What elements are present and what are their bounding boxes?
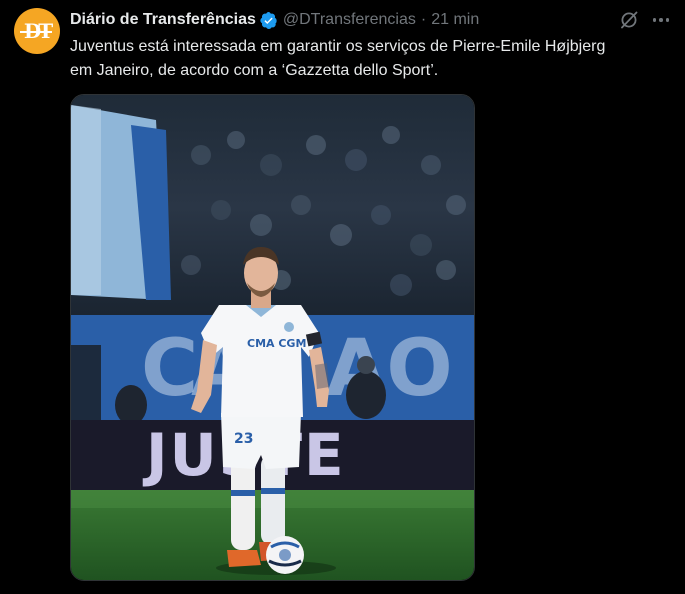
more-dot: [659, 18, 663, 22]
display-name[interactable]: Diário de Transferências: [70, 11, 256, 29]
tweet-text: Juventus está interessada em garantir os…: [70, 35, 675, 83]
more-icon[interactable]: [650, 10, 672, 30]
user-handle[interactable]: @DTransferencias: [283, 11, 416, 29]
shirt-sponsor: CMA CGM: [247, 337, 306, 350]
verified-badge-icon[interactable]: [259, 11, 278, 30]
separator-dot: ·: [420, 11, 427, 28]
avatar[interactable]: DT: [14, 8, 60, 54]
grok-icon[interactable]: [619, 10, 639, 30]
football-player-photo: C A AO JUSTE 23: [71, 95, 474, 580]
svg-text:C: C: [141, 324, 198, 414]
shorts-number: 23: [234, 431, 253, 447]
tweet-header: Diário de Transferências @DTransferencia…: [70, 9, 479, 31]
tweet-photo[interactable]: C A AO JUSTE 23: [70, 94, 475, 581]
tweet-text-line: em Janeiro, de acordo com a ‘Gazzetta de…: [70, 62, 439, 79]
tweet: DT Diário de Transferências @DTransferen…: [0, 0, 685, 594]
more-dot: [652, 18, 657, 22]
timestamp[interactable]: 21 min: [431, 11, 479, 29]
avatar-initials: DT: [19, 19, 53, 43]
more-dot: [665, 18, 670, 22]
svg-text:AO: AO: [326, 324, 453, 414]
tweet-text-line: Juventus está interessada em garantir os…: [70, 38, 606, 55]
